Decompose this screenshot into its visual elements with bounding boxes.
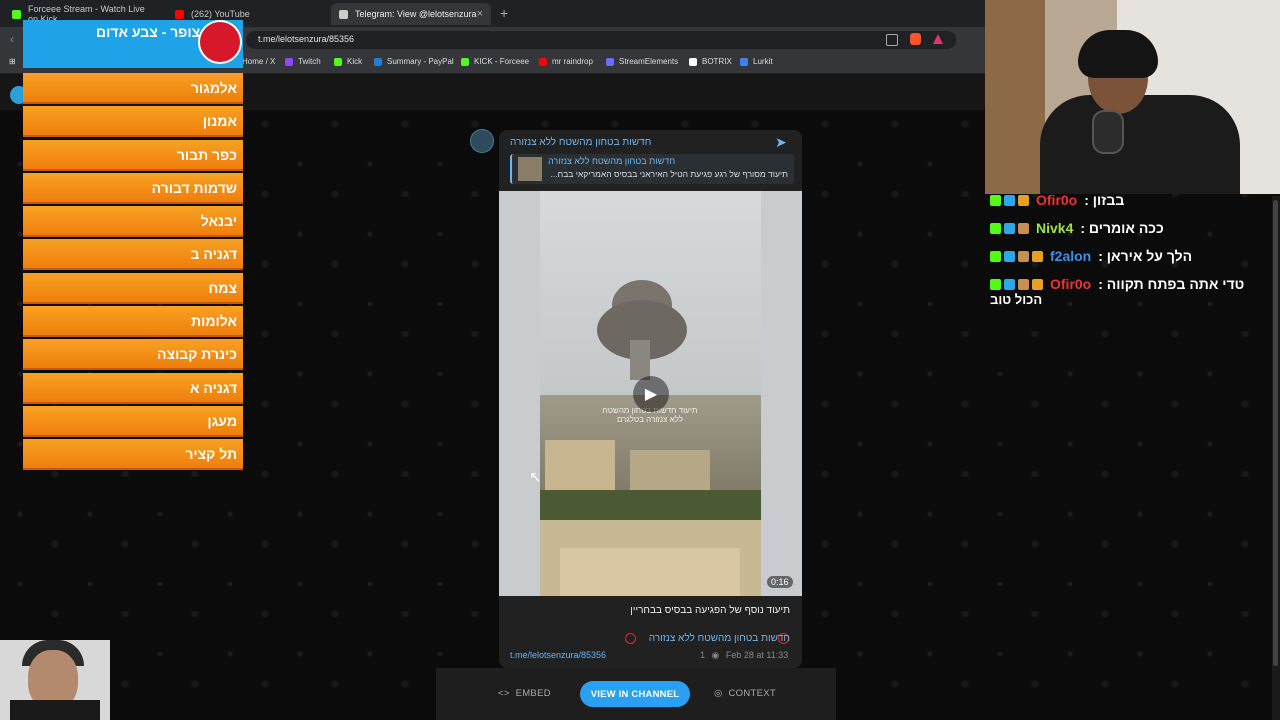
rewards-icon[interactable] xyxy=(933,34,943,44)
sub-badge-icon xyxy=(1004,194,1015,206)
sub-badge-icon xyxy=(1004,278,1015,290)
chat-username: Ofir0o xyxy=(1050,276,1092,292)
bookmark-kick-forceee[interactable]: KICK - Forceee xyxy=(461,57,529,66)
eye-icon: ◉ xyxy=(711,650,720,660)
chat-username: Ofir0o xyxy=(1036,192,1078,208)
red-alert-title: צופר - צבע אדום xyxy=(96,24,201,40)
bronze-badge-icon xyxy=(1018,278,1029,290)
post-meta: 1 ◉ Feb 28 at 11:33 xyxy=(700,650,788,661)
post-signature[interactable]: חדשות בטחון מהשטח ללא צנזורה xyxy=(520,633,790,644)
bookmark-lurkit[interactable]: Lurkit xyxy=(740,57,773,66)
bronze-badge-icon xyxy=(1018,250,1029,262)
alert-location: צמח xyxy=(23,272,243,304)
alert-location: שדמות דבורה xyxy=(23,172,243,204)
kick-badge-icon xyxy=(990,278,1001,290)
alert-location: מעגן xyxy=(23,405,243,437)
red-alert-list: אלמגור אמנון כפר תבור שדמות דבורה יבנאל … xyxy=(23,73,243,473)
chat-text: : הלך על איראן xyxy=(1098,248,1193,264)
forward-channel-name: חדשות בטחון מהשטח ללא צנזורה xyxy=(548,156,676,166)
post-date: Feb 28 at 11:33 xyxy=(725,650,789,660)
chat-text: : טדי אתה בפתח תקווה xyxy=(1098,276,1245,292)
chat-text: : ככה אומרים xyxy=(1080,220,1164,236)
alert-location: דגניה ב xyxy=(23,239,243,271)
video-blur-right xyxy=(761,191,802,596)
brave-shield-icon[interactable] xyxy=(910,33,921,45)
alert-location: תל קציר xyxy=(23,439,243,471)
code-icon: <> xyxy=(498,688,516,699)
post-link[interactable]: t.me/lelotsenzura/85356 xyxy=(510,650,606,660)
chat-text: : בבזון xyxy=(1084,192,1125,208)
bookmark-paypal[interactable]: Summary - PayPal xyxy=(374,57,454,66)
alert-location: אלמגור xyxy=(23,73,243,104)
forward-thumbnail xyxy=(518,157,542,181)
channel-name[interactable]: חדשות בטחון מהשטח ללא צנזורה xyxy=(510,137,651,148)
view-in-channel-button[interactable]: VIEW IN CHANNEL xyxy=(580,681,690,707)
alert-location: כינרת קבוצה xyxy=(23,339,243,371)
microphone-icon xyxy=(1092,110,1124,154)
new-tab-icon[interactable]: + xyxy=(500,5,508,21)
chat-username: f2alon xyxy=(1050,248,1092,264)
kick-icon xyxy=(12,9,21,19)
chat-message: f2alon : הלך על איראן xyxy=(990,242,1270,270)
chat-text-wrap: הכול טוב xyxy=(990,292,1043,307)
post-caption: תיעוד נוסף של הפגיעה בבסיס בבחריין xyxy=(630,605,790,616)
apps-icon[interactable]: ⊞ xyxy=(9,57,16,66)
streamer-hair xyxy=(1078,30,1158,78)
channel-avatar[interactable] xyxy=(470,129,494,153)
bookmark-kick[interactable]: Kick xyxy=(334,57,362,66)
chat-overlay: Ofir0o : בבזון Nivk4 : ככה אומרים f2alon… xyxy=(990,186,1270,298)
telegram-plane-icon: ➤ xyxy=(775,134,787,150)
alert-location: דגניה א xyxy=(23,372,243,404)
bronze-badge-icon xyxy=(1018,222,1029,234)
webcam-door xyxy=(985,0,1045,194)
sub-badge-icon xyxy=(1004,222,1015,234)
embed-button[interactable]: <> EMBED xyxy=(498,688,551,699)
mouse-cursor-icon: ↖ xyxy=(529,469,542,486)
chat-message: Ofir0o : בבזון xyxy=(990,186,1270,214)
facecam-shirt xyxy=(10,700,100,720)
streamer-body xyxy=(1040,95,1240,194)
rooftop xyxy=(560,548,740,596)
red-alert-logo-icon xyxy=(198,20,242,64)
smoke-column xyxy=(630,340,650,380)
tab-label: Telegram: View @lelotsenzura xyxy=(355,9,477,19)
share-icon[interactable] xyxy=(886,34,898,46)
alert-location: אלומות xyxy=(23,306,243,338)
crown-badge-icon xyxy=(1018,194,1029,206)
youtube-icon xyxy=(175,9,184,19)
tab-telegram[interactable]: Telegram: View @lelotsenzura × xyxy=(331,3,491,25)
context-button[interactable]: ◎ CONTEXT xyxy=(714,688,776,699)
close-tab-icon[interactable]: × xyxy=(477,8,483,20)
video-blur-left xyxy=(499,191,540,596)
alert-location: יבנאל xyxy=(23,206,243,238)
crown-badge-icon xyxy=(1032,278,1043,290)
bookmark-botrix[interactable]: BOTRIX xyxy=(689,57,732,66)
alert-location: אמנון xyxy=(23,106,243,138)
bookmark-streamelements[interactable]: StreamElements xyxy=(606,57,678,66)
globe-icon xyxy=(339,9,348,19)
tab-label: (262) YouTube xyxy=(191,9,250,19)
play-icon[interactable]: ▶ xyxy=(633,376,669,412)
back-icon[interactable]: ‹ xyxy=(10,32,14,46)
globe-icon: ◎ xyxy=(714,688,729,699)
video-duration: 0:16 xyxy=(767,576,793,588)
chat-message: Nivk4 : ככה אומרים xyxy=(990,214,1270,242)
kick-badge-icon xyxy=(990,222,1001,234)
bookmark-raindrop[interactable]: mr raindrop xyxy=(539,57,593,66)
kick-badge-icon xyxy=(990,250,1001,262)
scrollbar-thumb[interactable] xyxy=(1273,200,1278,666)
crown-badge-icon xyxy=(1032,250,1043,262)
alert-location: כפר תבור xyxy=(23,139,243,171)
kick-badge-icon xyxy=(990,194,1001,206)
sub-badge-icon xyxy=(1004,250,1015,262)
url-text: t.me/lelotsenzura/85356 xyxy=(258,34,355,44)
bookmark-twitch[interactable]: Twitch xyxy=(285,57,321,66)
view-count: 1 xyxy=(700,650,706,660)
forward-text: תיעוד מסורף של רגע פגיעת הטיל האיראני בב… xyxy=(550,169,788,179)
chat-username: Nivk4 xyxy=(1036,220,1074,236)
